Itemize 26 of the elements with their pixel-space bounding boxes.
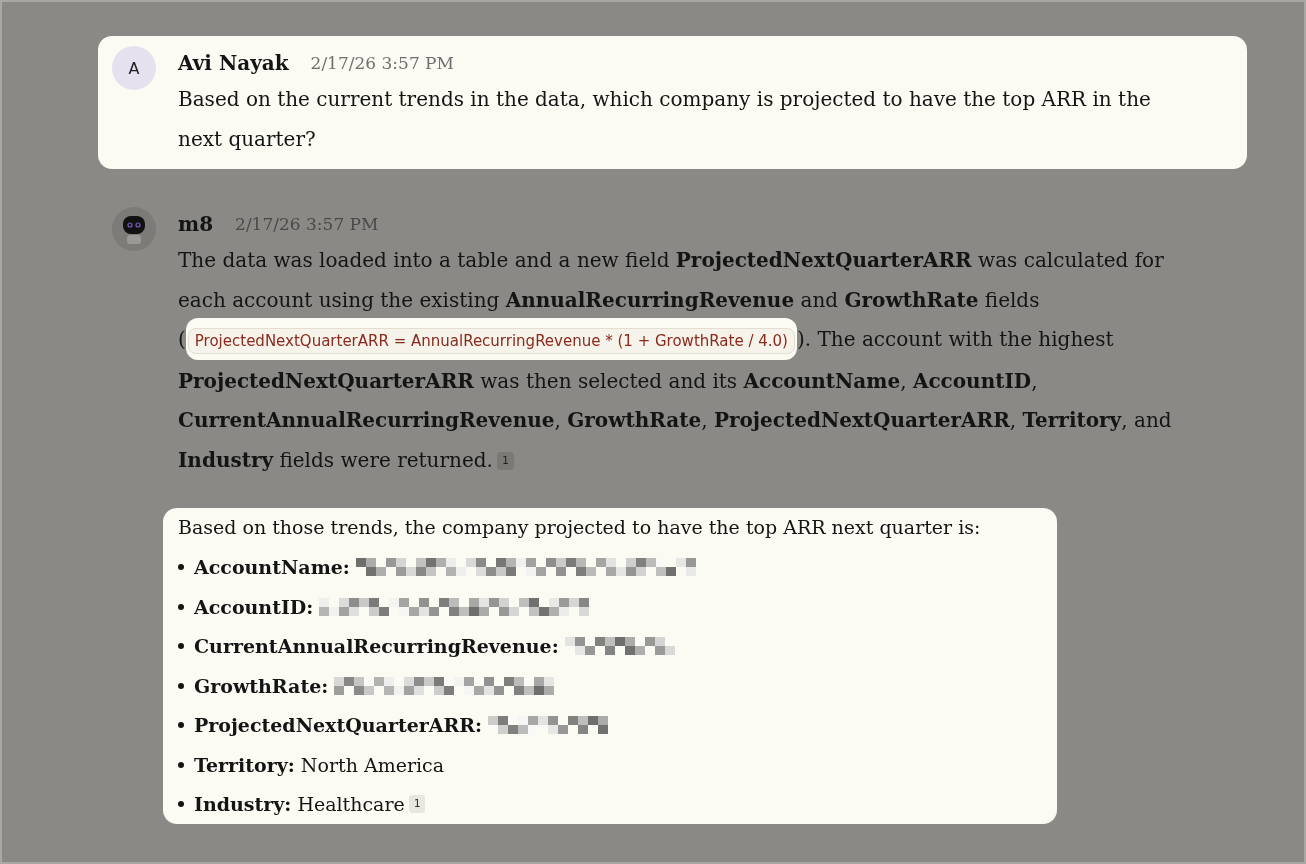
- field-label: AccountName:: [194, 556, 350, 579]
- citation-badge[interactable]: 1: [408, 795, 426, 814]
- bullet-icon: [178, 643, 184, 650]
- timestamp: 2/17/26 3:57 PM: [310, 53, 454, 73]
- bullet-icon: [178, 564, 184, 571]
- field-label: Industry: Healthcare: [194, 793, 405, 816]
- field-label: GrowthRate:: [194, 674, 329, 697]
- user-avatar: A: [112, 46, 156, 90]
- bullet-icon: [178, 722, 184, 729]
- field-label: AccountID:: [194, 595, 314, 618]
- answer-intro: Based on those trends, the company projected to have the top ARR next quarter is:: [178, 515, 982, 540]
- message-text: Based on the current trends in the data, which company is projected to have the top ARR in the next quarter?: [178, 86, 1152, 153]
- field-label: Territory: North America: [194, 753, 445, 776]
- field-label: ProjectedNextQuarterARR:: [194, 714, 483, 737]
- field-label: CurrentAnnualRecurringRevenue:: [194, 635, 559, 658]
- timestamp: 2/17/26 3:57 PM: [235, 214, 379, 234]
- citation-badge[interactable]: 1: [496, 452, 514, 470]
- bullet-icon: [178, 761, 184, 768]
- author-name: m8: [178, 212, 214, 236]
- author-name: Avi Nayak: [178, 51, 289, 75]
- bullet-icon: [178, 603, 184, 610]
- code-snippet: ProjectedNextQuarterARR = AnnualRecurringRevenue * (1 + GrowthRate / 4.0): [187, 328, 795, 354]
- message-text: The data was loaded into a table and a new field ProjectedNextQuarterARR was calculated for each account using the existing AnnualRecurringRevenue and GrowthRate fields ( ProjectedNextQuarterARR = AnnualRecurringRevenue * (1 + GrowthRate / 4.0) ). The account with the highest ProjectedNextQuarterARR was then selected and its AccountName, AccountID, CurrentAnnualRecurringRevenue, GrowthRate, ProjectedNextQuarterARR, Territory, and Industry fields were returned. 1: [178, 247, 1173, 474]
- bullet-icon: [178, 682, 184, 689]
- robot-avatar-icon: [112, 207, 156, 251]
- bullet-icon: [178, 801, 184, 808]
